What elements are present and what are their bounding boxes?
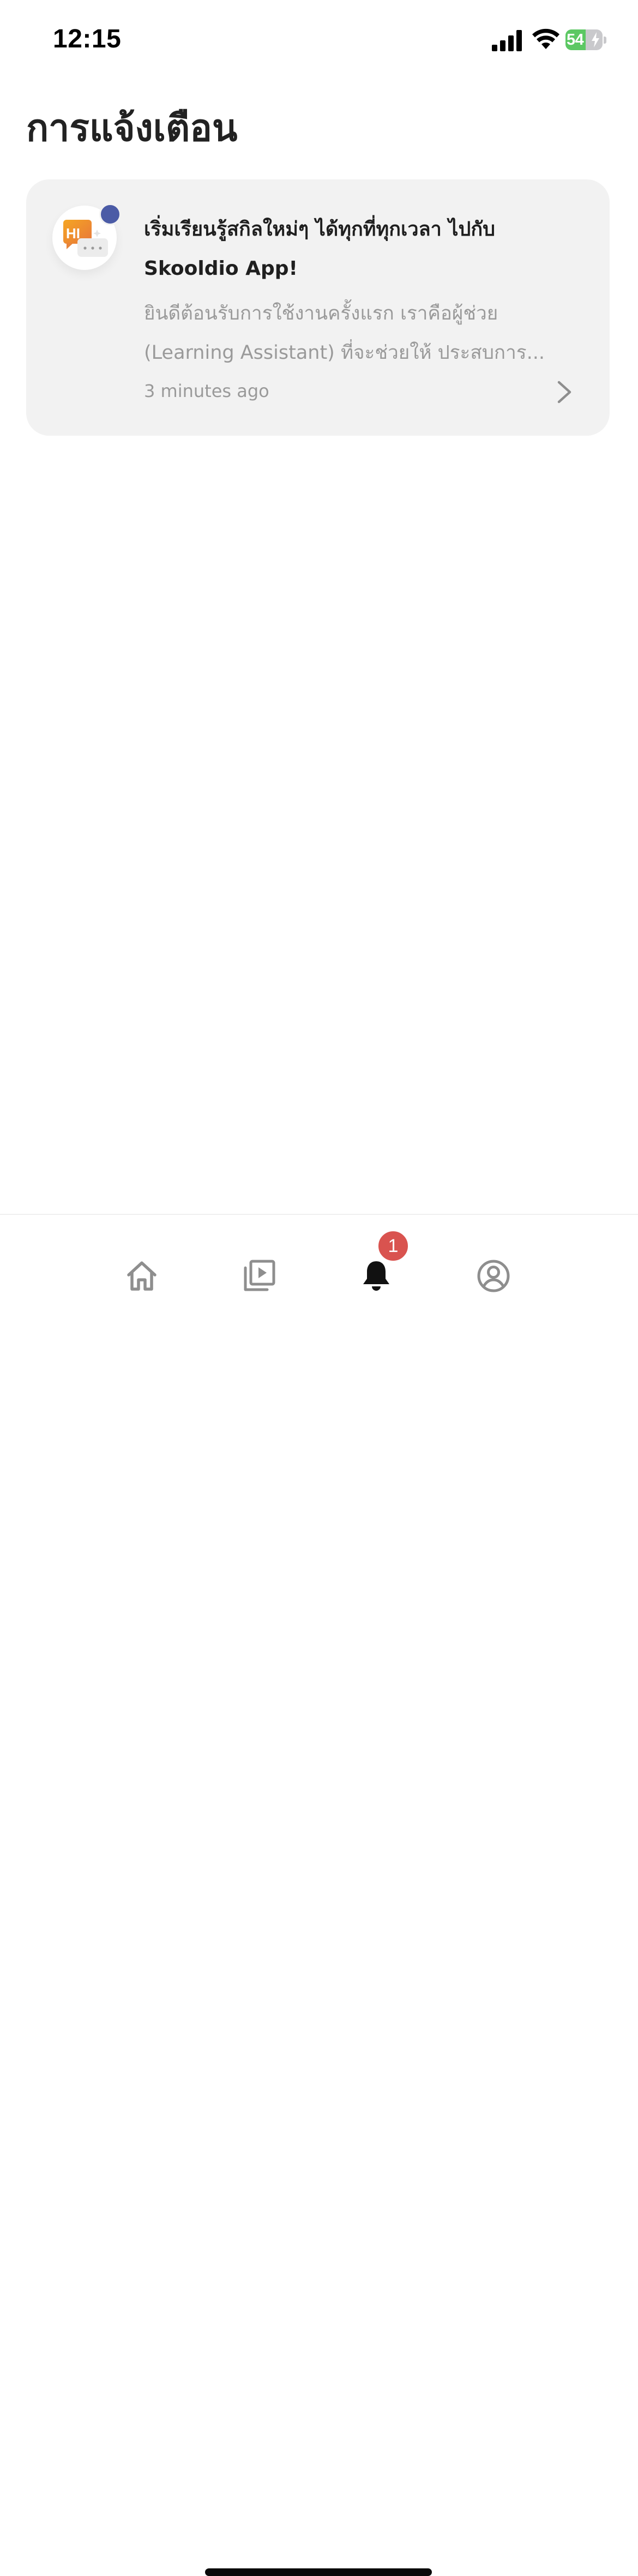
- video-library-icon: [244, 1260, 275, 1291]
- status-bar: 12:15 54: [0, 0, 638, 82]
- profile-icon: [477, 1260, 510, 1292]
- charging-bolt-icon: [592, 32, 599, 47]
- tab-profile[interactable]: [466, 1249, 521, 1303]
- wifi-icon: [532, 28, 559, 49]
- tab-bar: 1: [0, 1214, 638, 2576]
- avatar-hi-text: HI: [66, 225, 80, 242]
- unread-dot: [99, 203, 121, 225]
- status-time: 12:15: [53, 25, 122, 53]
- tab-videos[interactable]: [232, 1249, 286, 1303]
- notification-badge: 1: [377, 1230, 410, 1262]
- notification-title: เริ่มเรียนรู้สกิลใหม่ๆ ได้ทุกที่ทุกเวลา …: [144, 218, 495, 280]
- home-icon: [127, 1261, 157, 1291]
- home-indicator: [205, 2568, 432, 2576]
- battery-indicator: 54: [565, 29, 607, 51]
- chevron-right-icon[interactable]: [555, 380, 574, 404]
- battery-body: 54: [565, 29, 603, 50]
- notification-body: ยินดีต้อนรับการใช้งานครั้งแรก เราคือผู้ช…: [144, 303, 545, 364]
- bell-icon: [363, 1261, 389, 1291]
- battery-cap: [604, 37, 606, 44]
- notification-time: 3 minutes ago: [144, 381, 269, 401]
- battery-percent: 54: [567, 31, 584, 49]
- cellular-signal-icon: [492, 30, 522, 51]
- page-title: การแจ้งเตือน: [26, 107, 238, 150]
- tab-home[interactable]: [115, 1249, 169, 1303]
- notification-card[interactable]: HI เริ่มเรียนรู้สกิลใหม่ๆ ได้ทุกที่ทุกเว…: [26, 179, 610, 436]
